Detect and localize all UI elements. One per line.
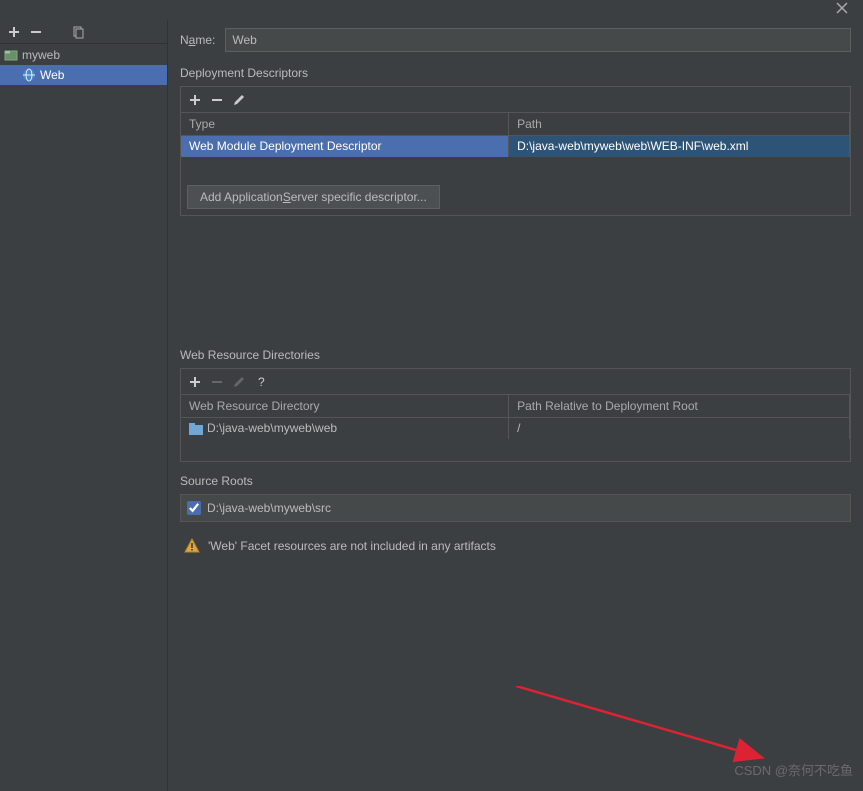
pencil-icon xyxy=(232,93,246,107)
name-row: Name: xyxy=(180,28,851,52)
wrd-edit-button[interactable] xyxy=(229,372,249,392)
dd-col-path[interactable]: Path xyxy=(509,113,850,135)
dd-add-button[interactable] xyxy=(185,90,205,110)
plus-icon xyxy=(188,93,202,107)
dd-header-row: Type Path xyxy=(181,113,850,135)
dd-edit-button[interactable] xyxy=(229,90,249,110)
tree-item-label: Web xyxy=(40,68,64,82)
close-button[interactable] xyxy=(836,2,851,17)
minus-icon xyxy=(210,93,224,107)
wrd-remove-button[interactable] xyxy=(207,372,227,392)
facet-config-panel: Name: Deployment Descriptors Type Path W… xyxy=(168,20,863,791)
minus-icon xyxy=(29,25,43,39)
wrd-help-button[interactable]: ? xyxy=(251,372,271,392)
add-server-descriptor-button[interactable]: Add Application Server specific descript… xyxy=(187,185,440,209)
facets-sidebar: myweb Web xyxy=(0,20,168,791)
dd-cell-type: Web Module Deployment Descriptor xyxy=(181,135,509,157)
plus-icon xyxy=(188,375,202,389)
sidebar-toolbar xyxy=(0,20,167,44)
remove-facet-button[interactable] xyxy=(26,22,46,42)
dd-cell-path: D:\java-web\myweb\web\WEB-INF\web.xml xyxy=(509,135,850,157)
folder-icon xyxy=(189,423,203,435)
wrd-header-row: Web Resource Directory Path Relative to … xyxy=(181,395,850,417)
wrd-table: Web Resource Directory Path Relative to … xyxy=(181,395,850,461)
pencil-icon xyxy=(232,375,246,389)
wrd-row[interactable]: D:\java-web\myweb\web / xyxy=(181,417,850,439)
source-root-checkbox[interactable] xyxy=(187,501,201,515)
dd-row[interactable]: Web Module Deployment Descriptor D:\java… xyxy=(181,135,850,157)
tree-item-myweb[interactable]: myweb xyxy=(0,45,167,65)
warning-row: 'Web' Facet resources are not included i… xyxy=(180,532,851,560)
tree-item-label: myweb xyxy=(22,48,60,62)
question-icon: ? xyxy=(254,375,268,389)
wrd-col-rel[interactable]: Path Relative to Deployment Root xyxy=(509,395,850,417)
name-label: Name: xyxy=(180,33,215,47)
deployment-descriptors-panel: Type Path Web Module Deployment Descript… xyxy=(180,86,851,216)
wrd-add-button[interactable] xyxy=(185,372,205,392)
source-root-path: D:\java-web\myweb\src xyxy=(207,501,331,515)
web-resource-dirs-panel: ? Web Resource Directory Path Relative t… xyxy=(180,368,851,462)
dd-remove-button[interactable] xyxy=(207,90,227,110)
module-icon xyxy=(4,48,18,62)
wrd-cell-dir: D:\java-web\myweb\web xyxy=(181,417,509,439)
warning-text: 'Web' Facet resources are not included i… xyxy=(208,539,496,553)
copy-facet-button[interactable] xyxy=(68,22,88,42)
web-facet-icon xyxy=(22,68,36,82)
dd-table: Type Path Web Module Deployment Descript… xyxy=(181,113,850,179)
wrd-col-dir[interactable]: Web Resource Directory xyxy=(181,395,509,417)
tree-item-web[interactable]: Web xyxy=(0,65,167,85)
deployment-descriptors-title: Deployment Descriptors xyxy=(180,66,851,80)
name-input[interactable] xyxy=(225,28,851,52)
wrd-toolbar: ? xyxy=(181,369,850,395)
titlebar xyxy=(0,0,863,20)
warning-icon xyxy=(184,538,200,554)
dd-col-type[interactable]: Type xyxy=(181,113,509,135)
copy-icon xyxy=(71,25,85,39)
close-icon xyxy=(836,2,848,14)
minus-icon xyxy=(210,375,224,389)
web-resource-dirs-title: Web Resource Directories xyxy=(180,348,851,362)
wrd-cell-rel: / xyxy=(509,417,850,439)
main-area: myweb Web Name: Deployment Descriptors T… xyxy=(0,20,863,791)
add-facet-button[interactable] xyxy=(4,22,24,42)
plus-icon xyxy=(7,25,21,39)
source-roots-title: Source Roots xyxy=(180,474,851,488)
facets-tree: myweb Web xyxy=(0,44,167,86)
svg-text:?: ? xyxy=(258,375,265,389)
source-roots-panel: D:\java-web\myweb\src xyxy=(180,494,851,522)
dd-toolbar xyxy=(181,87,850,113)
